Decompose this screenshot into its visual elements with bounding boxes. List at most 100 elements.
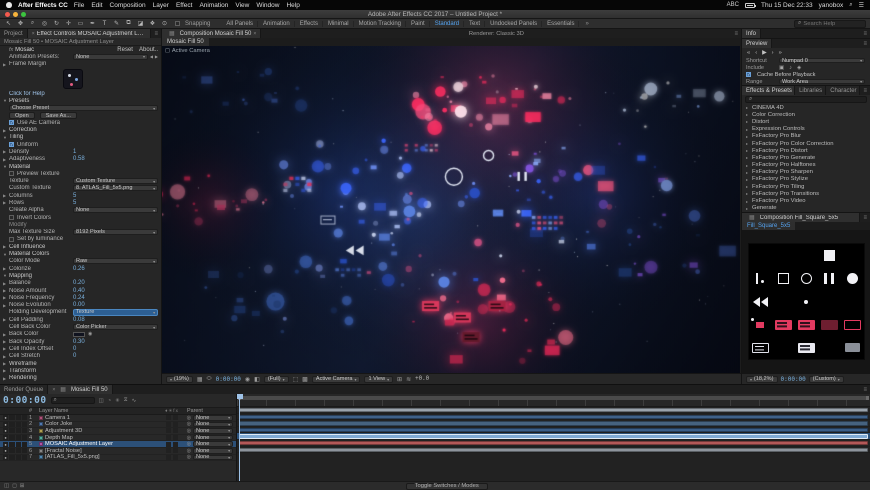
workspace-tab-undocked-panels[interactable]: Undocked Panels <box>486 21 542 27</box>
menu-file[interactable]: File <box>74 2 84 9</box>
fast-previews-icon[interactable]: ≋ <box>406 376 411 383</box>
view-layout-dropdown[interactable]: 1 View ▾ <box>364 376 393 383</box>
property-dropdown[interactable]: None▾ <box>73 207 158 213</box>
effect-row-frame-margin[interactable]: ▶Frame Margin <box>0 61 161 68</box>
parent-dropdown[interactable]: None▾ <box>193 455 233 461</box>
tool-puppet-pin-icon[interactable]: ⊙ <box>160 20 169 27</box>
panel-menu-icon[interactable]: ≡ <box>151 29 161 38</box>
3d-switch-icon[interactable] <box>173 422 178 427</box>
effect-row-material[interactable]: ▼Material <box>0 163 161 170</box>
label-color-chip[interactable] <box>39 455 43 459</box>
atlas-resolution-dropdown[interactable]: (Custom) ▾ <box>809 376 844 383</box>
3d-switch-icon[interactable] <box>173 455 178 460</box>
parent-dropdown[interactable]: None▾ <box>193 422 233 428</box>
menu-layer[interactable]: Layer <box>153 2 169 9</box>
snapping-checkbox[interactable] <box>175 21 180 26</box>
atlas-magnification-dropdown[interactable]: ▾ (18,2%) <box>746 376 778 383</box>
layer-duration-bar[interactable] <box>239 434 868 438</box>
minimize-window-button[interactable] <box>13 12 18 17</box>
parent-dropdown[interactable]: None▾ <box>193 415 233 421</box>
help-search[interactable]: ⌕ <box>794 20 866 28</box>
effect-row-color-mode[interactable]: Color ModeRaw▾ <box>0 258 161 265</box>
effects-category-fxfactory-pro-tiling[interactable]: ▸FxFactory Pro Tiling <box>742 183 870 190</box>
label-color-chip[interactable] <box>39 449 43 453</box>
tab-project[interactable]: Project <box>0 29 28 38</box>
renderer-button[interactable]: Renderer: Classic 3D <box>465 29 528 38</box>
tab-render-queue[interactable]: Render Queue <box>0 385 48 394</box>
effects-category-fxfactory-pro-distort[interactable]: ▸FxFactory Pro Distort <box>742 147 870 154</box>
comp-viewport[interactable]: ◻ Active Camera <box>162 46 741 373</box>
resolution-dropdown[interactable]: (Full) ▾ <box>264 376 289 383</box>
checkbox[interactable] <box>9 215 14 220</box>
mosaic-plugin-logo-icon[interactable] <box>63 69 83 89</box>
workspace-tab-animation[interactable]: Animation <box>259 21 295 27</box>
tool-eraser-icon[interactable]: ◪ <box>136 20 145 27</box>
effect-row-cell-influence[interactable]: ▶Cell Influence <box>0 243 161 250</box>
audio-icon[interactable] <box>9 455 14 460</box>
menu-view[interactable]: View <box>235 2 249 9</box>
play-button[interactable]: ▶ <box>762 50 766 56</box>
mask-visibility-icon[interactable]: ⬭ <box>207 376 212 383</box>
property-dropdown[interactable]: Texture▾ <box>73 309 158 315</box>
effect-row-texture[interactable]: TextureCustom Texture▾ <box>0 177 161 184</box>
include-video-icon[interactable]: ▣ <box>779 65 784 71</box>
effect-row-noise-evolution[interactable]: ▶Noise Evolution0.00 <box>0 302 161 309</box>
parent-dropdown[interactable]: None▾ <box>193 448 233 454</box>
snapshot-icon[interactable]: ◉ <box>245 376 250 383</box>
work-area-bar[interactable] <box>238 396 869 400</box>
layer-duration-bar[interactable] <box>239 428 868 432</box>
tab-timeline-comp[interactable]: × ▦ Mosaic Fill 50 <box>48 385 112 394</box>
label-color-chip[interactable] <box>39 442 43 446</box>
layer-name-header[interactable]: Layer Name <box>39 408 157 414</box>
effect-row-click-for-help[interactable]: Click for Help <box>0 90 161 97</box>
comp-tab-mosaic-fill-50[interactable]: Mosaic Fill 50 <box>162 38 209 46</box>
pickwhip-icon[interactable]: ◎ <box>187 428 191 434</box>
show-channel-icon[interactable]: ◧ <box>254 376 260 383</box>
effect-row-material-colors[interactable]: ▼Material Colors <box>0 250 161 257</box>
audio-icon[interactable] <box>9 442 14 447</box>
workspace-overflow-icon[interactable]: » <box>585 21 588 27</box>
spotlight-icon[interactable]: ⌕ <box>849 2 852 9</box>
close-icon[interactable]: × <box>253 31 256 37</box>
property-value[interactable]: 0.26 <box>73 266 85 272</box>
panel-menu-icon[interactable]: ≡ <box>731 29 741 38</box>
property-dropdown[interactable]: 8192 Pixels▾ <box>73 229 158 235</box>
track-row-depth-map[interactable] <box>237 427 870 434</box>
3d-switch-icon[interactable] <box>173 428 178 433</box>
effects-category-fxfactory-pro-sharpen[interactable]: ▸FxFactory Pro Sharpen <box>742 169 870 176</box>
audio-icon[interactable] <box>9 448 14 453</box>
tool-orbit-icon[interactable]: ◎ <box>40 20 49 27</box>
menu-app-name[interactable]: After Effects CC <box>18 2 68 9</box>
lock-icon[interactable] <box>22 415 27 420</box>
label-color-chip[interactable] <box>39 416 43 420</box>
fx-switch-icon[interactable] <box>166 422 171 427</box>
workspace-tab-all-panels[interactable]: All Panels <box>222 21 258 27</box>
effects-category-fxfactory-pro-transitions[interactable]: ▸FxFactory Pro Transitions <box>742 190 870 197</box>
lock-icon[interactable] <box>22 435 27 440</box>
track-row-atlas-fill-5x5-png[interactable] <box>237 447 870 454</box>
layer-duration-bar[interactable] <box>239 408 868 412</box>
effect-row-set-by-luminance[interactable]: Set by luminance <box>0 236 161 243</box>
time-ruler[interactable] <box>237 394 870 407</box>
effect-row-cell-padding[interactable]: ▶Cell Padding0.08 <box>0 316 161 323</box>
video-eye-icon[interactable]: ● <box>3 435 8 440</box>
magnification-dropdown[interactable]: ▾ (19%) <box>166 376 193 383</box>
expand-in-out-icon[interactable]: ⊞ <box>20 483 25 489</box>
prev-preset-icon[interactable]: ◀ <box>150 54 153 59</box>
effects-category-fxfactory-pro-halftones[interactable]: ▸FxFactory Pro Halftones <box>742 162 870 169</box>
audio-icon[interactable] <box>9 435 14 440</box>
effect-row-back-opacity[interactable]: ▶Back Opacity0.30 <box>0 338 161 345</box>
next-preset-icon[interactable]: ▶ <box>155 54 158 59</box>
effects-category-fxfactory-pro-blur[interactable]: ▸FxFactory Pro Blur <box>742 133 870 140</box>
expand-layer-switches-icon[interactable]: ◫ <box>4 483 9 489</box>
toggle-switches-modes-button[interactable]: Toggle Switches / Modes <box>406 483 488 490</box>
property-value[interactable]: 0.24 <box>73 295 85 301</box>
next-frame-button[interactable]: › <box>772 50 774 56</box>
effect-row-noise-amount[interactable]: ▶Noise Amount0.40 <box>0 287 161 294</box>
effects-category-fxfactory-pro-generate[interactable]: ▸FxFactory Pro Generate <box>742 154 870 161</box>
panel-menu-icon[interactable]: ≡ <box>860 39 870 48</box>
tool-mask-icon[interactable]: ▭ <box>76 20 85 27</box>
effect-row-balance[interactable]: ▶Balance0.20 <box>0 280 161 287</box>
fx-switch-icon[interactable] <box>166 442 171 447</box>
frame-blend-icon[interactable]: ⧖ <box>124 397 128 404</box>
